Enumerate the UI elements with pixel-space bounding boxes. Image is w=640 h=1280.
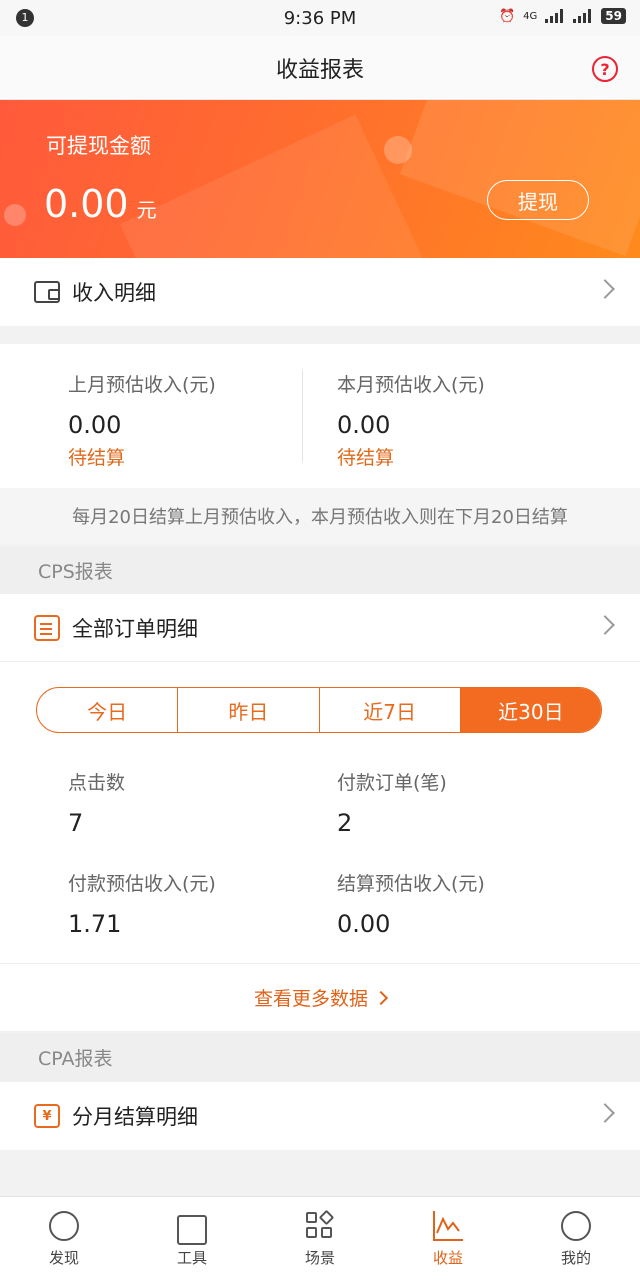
stat-value: 0.00 [337, 910, 391, 938]
signal-icon-2 [573, 9, 593, 23]
nav-mine[interactable]: 我的 [512, 1197, 640, 1280]
nav-bar: 收益报表 ? [0, 36, 640, 100]
last-month-value: 0.00 [68, 411, 122, 439]
nav-label: 场景 [304, 1249, 335, 1267]
order-edit-icon [34, 614, 60, 641]
all-orders-row[interactable]: 全部订单明细 [0, 594, 640, 661]
stat-paid-est-income: 付款预估收入(元) 1.71 [68, 869, 216, 938]
nav-label: 工具 [176, 1249, 207, 1267]
chevron-right-icon [595, 1103, 615, 1123]
grid-icon [305, 1209, 335, 1241]
yuan-bag-icon: ¥ [34, 1104, 60, 1128]
tab-yesterday[interactable]: 昨日 [178, 688, 320, 732]
income-detail-row[interactable]: 收入明细 [0, 258, 640, 326]
stat-title: 点击数 [68, 772, 126, 794]
chevron-right-icon [373, 990, 389, 1005]
estimates-panel: 上月预估收入(元) 0.00 待结算 本月预估收入(元) 0.00 待结算 [0, 344, 640, 488]
chevron-right-icon [595, 279, 615, 299]
stat-value: 7 [68, 809, 84, 837]
nav-label: 收益 [432, 1249, 463, 1267]
stat-paid-orders: 付款订单(笔) 2 [337, 768, 447, 837]
nav-label: 发现 [48, 1249, 79, 1267]
help-icon[interactable]: ? [592, 56, 618, 82]
stat-value: 1.71 [68, 910, 122, 938]
nav-scenes[interactable]: 场景 [256, 1197, 384, 1280]
stat-title: 付款订单(笔) [337, 772, 447, 794]
nav-discover[interactable]: 发现 [0, 1197, 128, 1280]
last-month-title: 上月预估收入(元) [68, 374, 216, 396]
nav-label: 我的 [560, 1249, 591, 1267]
bulb-icon [49, 1211, 79, 1241]
withdraw-button[interactable]: 提现 [487, 180, 589, 220]
status-icons: ⏰ 4G 59 [499, 8, 626, 24]
last-month-estimate: 上月预估收入(元) 0.00 待结算 [68, 370, 216, 470]
page-title: 收益报表 [275, 57, 364, 83]
stat-clicks: 点击数 7 [68, 768, 125, 837]
date-range-tabs: 今日 昨日 近7日 近30日 [36, 687, 602, 733]
status-time: 9:36 PM [283, 7, 357, 29]
balance-amount: 0.00 [44, 182, 129, 226]
chevron-right-icon [595, 615, 615, 635]
chart-icon [433, 1211, 463, 1241]
bottom-tab-bar: 发现 工具 场景 收益 我的 [0, 1196, 640, 1280]
balance-label: 可提现金额 [46, 134, 151, 158]
this-month-estimate: 本月预估收入(元) 0.00 待结算 [337, 370, 485, 470]
wallet-icon [34, 281, 60, 303]
tab-7-days[interactable]: 近7日 [320, 688, 461, 732]
stat-settled-est-income: 结算预估收入(元) 0.00 [337, 869, 485, 938]
divider [302, 370, 303, 462]
all-orders-label: 全部订单明细 [72, 616, 198, 641]
view-more-label: 查看更多数据 [253, 988, 368, 1010]
nav-tools[interactable]: 工具 [128, 1197, 256, 1280]
this-month-title: 本月预估收入(元) [337, 374, 485, 396]
last-month-status: 待结算 [68, 447, 126, 469]
battery-level: 59 [601, 8, 626, 24]
balance-amount-group: 0.00 元 [44, 182, 157, 226]
this-month-value: 0.00 [337, 411, 391, 439]
cps-section-header: CPS报表 [0, 546, 640, 594]
view-more-data-link[interactable]: 查看更多数据 [0, 963, 640, 1031]
notification-badge: 1 [16, 9, 34, 27]
balance-unit: 元 [136, 198, 157, 222]
stat-value: 2 [337, 809, 353, 837]
balance-banner: 可提现金额 0.00 元 提现 [0, 100, 640, 258]
monthly-settlement-label: 分月结算明细 [72, 1105, 198, 1129]
briefcase-icon [177, 1215, 207, 1245]
monthly-settlement-row[interactable]: ¥ 分月结算明细 [0, 1082, 640, 1150]
income-detail-label: 收入明细 [72, 281, 156, 305]
settlement-notice: 每月20日结算上月预估收入，本月预估收入则在下月20日结算 [0, 488, 640, 544]
stat-title: 结算预估收入(元) [337, 873, 485, 895]
network-label: 4G [523, 10, 538, 22]
banner-decoration [399, 100, 640, 257]
coin-icon [4, 204, 26, 226]
tab-today[interactable]: 今日 [37, 688, 179, 732]
cps-stats-panel: 今日 昨日 近7日 近30日 点击数 7 付款订单(笔) 2 付款预估收入(元)… [0, 661, 640, 963]
status-bar: 1 9:36 PM ⏰ 4G 59 [0, 0, 640, 36]
signal-icon [545, 9, 565, 23]
profile-icon [561, 1211, 591, 1241]
stat-title: 付款预估收入(元) [68, 873, 216, 895]
nav-earnings[interactable]: 收益 [384, 1197, 512, 1280]
alarm-icon: ⏰ [498, 8, 516, 24]
coin-icon [384, 136, 412, 164]
tab-30-days[interactable]: 近30日 [460, 688, 601, 732]
this-month-status: 待结算 [337, 447, 395, 469]
cpa-section-header: CPA报表 [0, 1033, 640, 1081]
